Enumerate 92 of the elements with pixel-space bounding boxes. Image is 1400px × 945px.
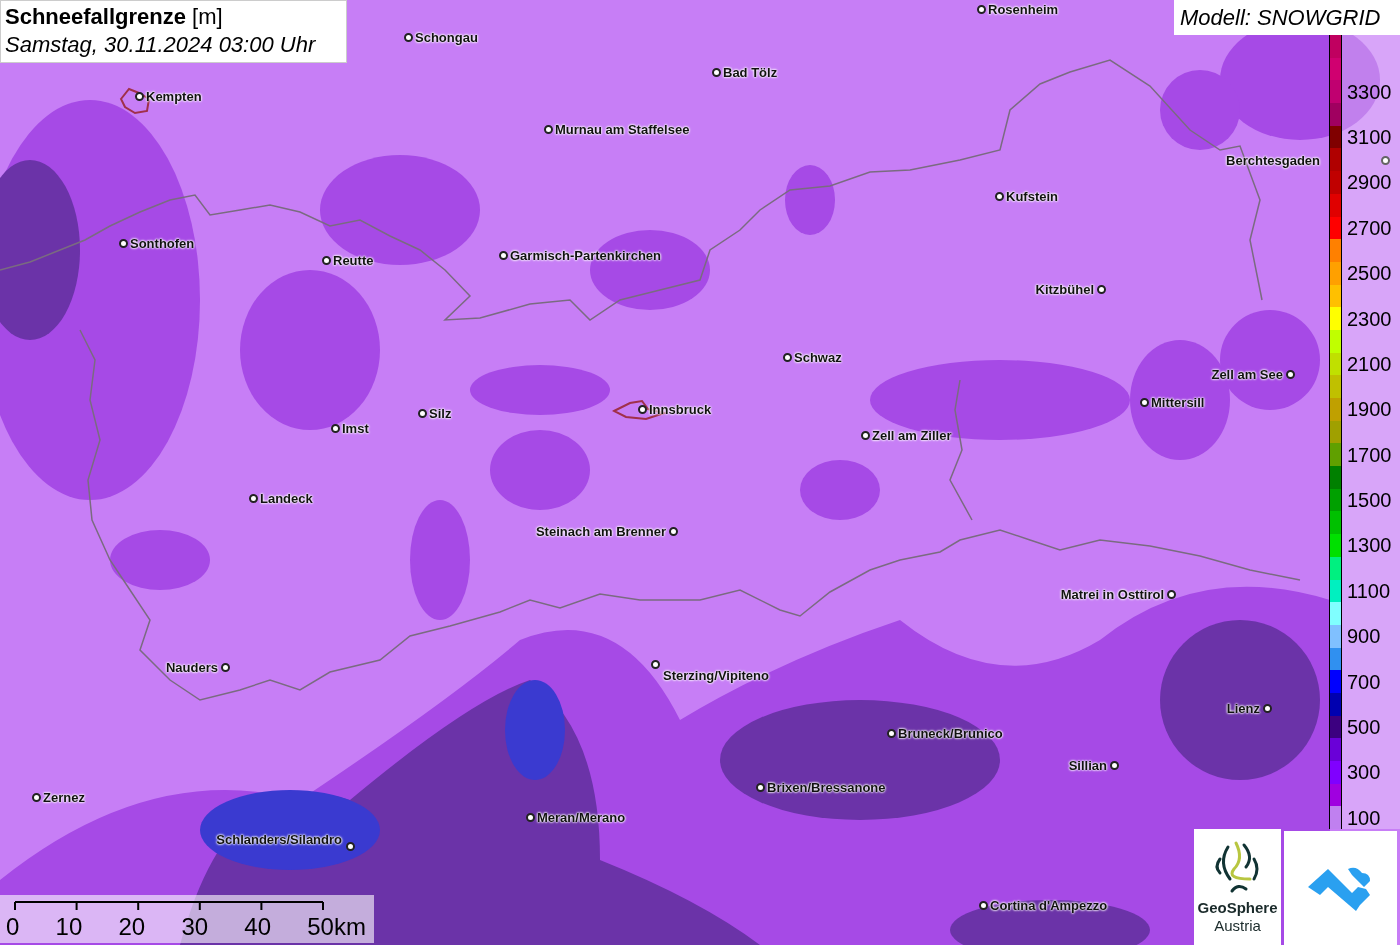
city-label: Matrei in Osttirol [1060,586,1164,604]
city-marker-icon [1381,156,1390,165]
city-label: Bruneck/Brunico [898,725,1003,743]
city-marker-icon [887,729,896,738]
legend-label: 700 [1347,671,1381,692]
unit-label: [m] [192,4,223,29]
city-marker-icon [526,813,535,822]
city-label: Silz [429,405,452,423]
city-label: Zell am Ziller [872,427,952,445]
city-marker-icon [995,192,1004,201]
city-marker-icon [756,783,765,792]
legend-label: 2900 [1347,172,1392,193]
legend-label: 1900 [1347,399,1392,420]
city-marker-icon [404,33,413,42]
city-marker-icon [331,424,340,433]
legend-label: 2500 [1347,263,1392,284]
city-marker-icon [638,405,647,414]
legend-label: 300 [1347,762,1381,783]
legend-label: 2700 [1347,217,1392,238]
city-label: Zernez [43,789,85,807]
city-label: Zell am See [1211,366,1283,384]
timestamp-label: Samstag, 30.11.2024 03:00 Uhr [5,31,317,59]
city-label: Garmisch-Partenkirchen [510,247,661,265]
city-label: Lienz [1226,700,1260,718]
scale-tick-label: 50km [307,913,366,941]
city-label: Berchtesgaden [1226,152,1320,170]
city-label: Nauders [165,659,218,677]
model-label: Modell: SNOWGRID [1174,0,1400,35]
city-label: Sillian [1068,757,1107,775]
city-marker-icon [249,494,258,503]
city-label: Schwaz [794,349,842,367]
legend-label: 2100 [1347,353,1392,374]
city-marker-icon [669,527,678,536]
scale-bar-icon [14,901,324,911]
city-marker-icon [712,68,721,77]
city-label: Steinach am Brenner [535,523,666,541]
city-label: Sonthofen [130,235,195,253]
city-label: Cortina d'Ampezzo [990,897,1108,915]
city-label: Reutte [333,252,374,270]
city-label: Landeck [260,490,313,508]
city-marker-icon [977,5,986,14]
city-label: Imst [342,420,369,438]
city-marker-icon [1286,370,1295,379]
city-marker-icon [861,431,870,440]
scale-tick-label: 30 [181,913,209,941]
city-marker-icon [1263,704,1272,713]
city-label: Mittersill [1151,394,1205,412]
city-label: Bad Tölz [723,64,778,82]
legend-label: 1500 [1347,490,1392,511]
city-marker-icon [221,663,230,672]
city-marker-icon [1110,761,1119,770]
legend-label: 1100 [1347,580,1390,601]
city-marker-icon [979,901,988,910]
city-marker-icon [783,353,792,362]
scale-tick-label: 40 [244,913,272,941]
scale-tick-label: 0 [6,913,20,941]
city-marker-icon [135,92,144,101]
city-label: Kitzbühel [1035,281,1094,299]
city-label: Murnau am Staffelsee [555,121,690,139]
city-marker-icon [322,256,331,265]
logo-text: GeoSphere [1197,899,1278,917]
scale-tick-label: 10 [55,913,83,941]
legend-label: 500 [1347,716,1381,737]
city-marker-icon [32,793,41,802]
city-marker-icon [499,251,508,260]
city-marker-icon [1167,590,1176,599]
legend-label: 1300 [1347,535,1392,556]
city-label: Innsbruck [649,401,712,419]
legend-label: 100 [1347,807,1381,828]
city-label: Meran/Merano [537,809,626,827]
legend-label: 3100 [1347,127,1392,148]
map-title: Schneefallgrenze [5,4,186,29]
city-label: Schlanders/Silandro [216,831,342,849]
city-marker-icon [1097,285,1106,294]
city-label: Kempten [146,88,202,106]
city-label: Schongau [415,29,478,47]
city-marker-icon [651,660,660,669]
city-label: Sterzing/Vipiteno [663,667,769,685]
city-marker-icon [1140,398,1149,407]
city-label: Brixen/Bressanone [767,779,886,797]
legend-label: 2300 [1347,308,1392,329]
legend-label: 3300 [1347,81,1392,102]
city-marker-icon [544,125,553,134]
scale-tick-label: 20 [118,913,146,941]
city-marker-icon [119,239,128,248]
city-label: Rosenheim [988,1,1059,19]
legend-label: 900 [1347,626,1381,647]
logo-text: Austria [1214,917,1261,935]
city-marker-icon [418,409,427,418]
city-marker-icon [346,842,355,851]
legend-label: 1700 [1347,444,1392,465]
city-label: Kufstein [1006,188,1058,206]
